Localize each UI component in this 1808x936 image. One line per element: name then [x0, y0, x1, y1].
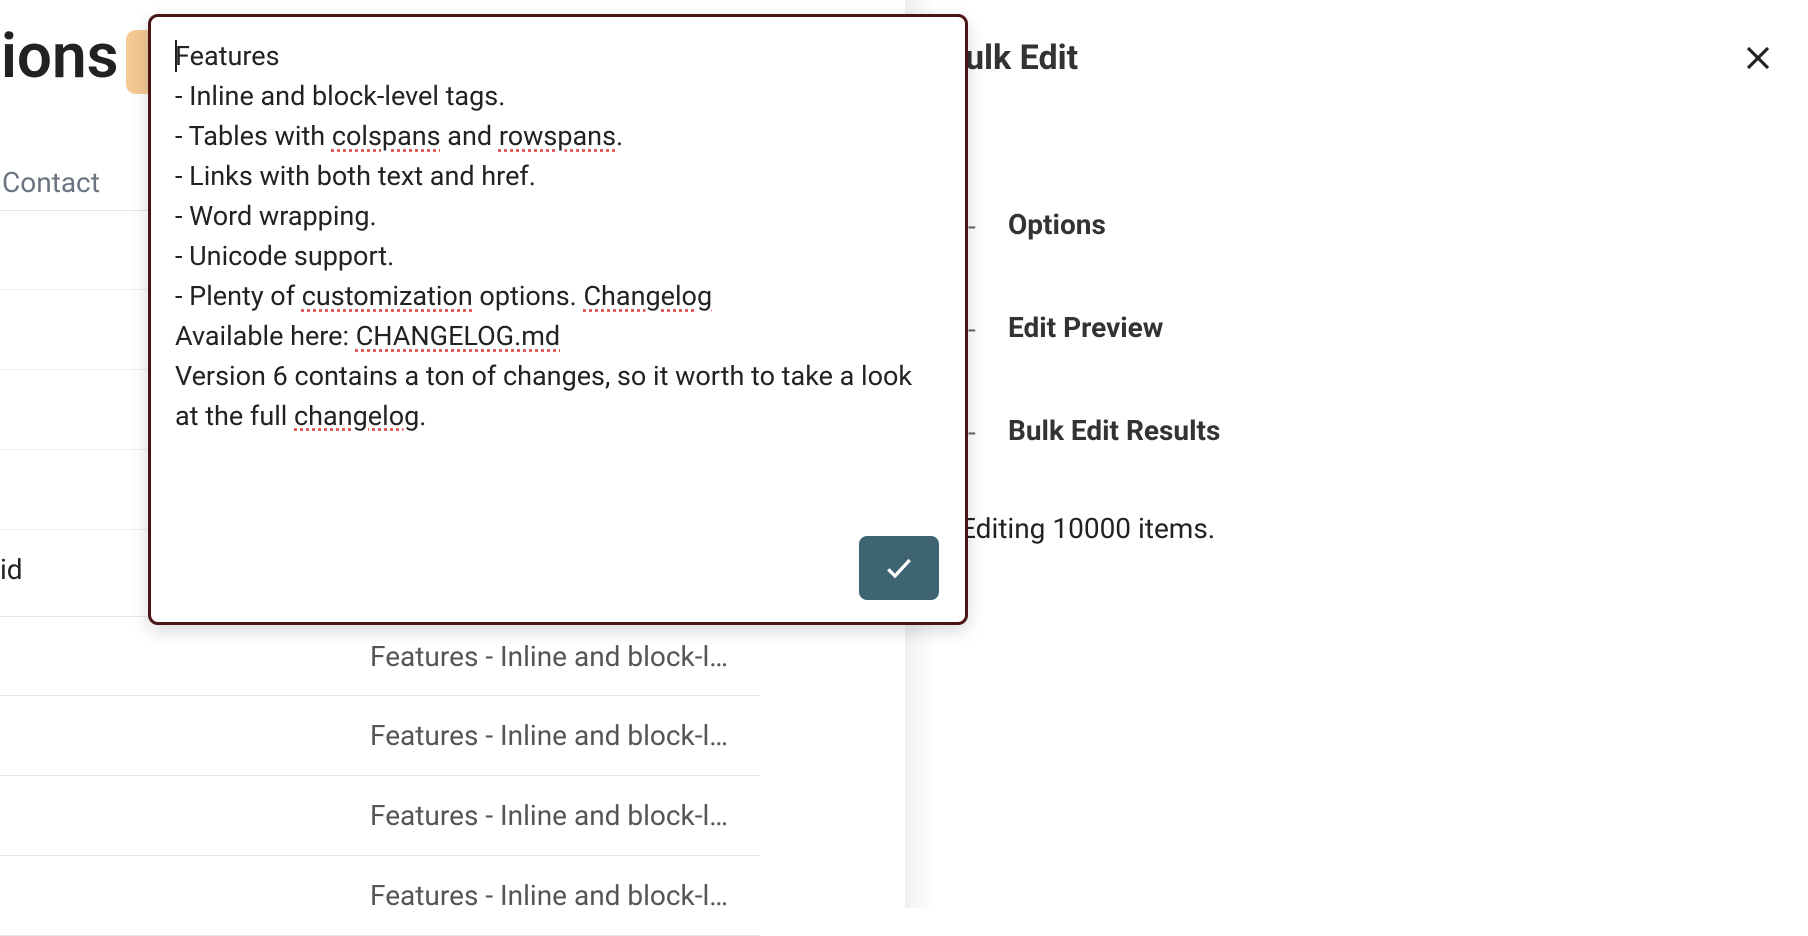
section-label: Options	[1008, 208, 1106, 241]
confirm-button[interactable]	[859, 536, 939, 600]
close-button[interactable]	[1738, 38, 1778, 78]
list-item[interactable]: Features - Inline and block-l…	[0, 696, 760, 776]
check-icon	[883, 552, 915, 584]
list-item[interactable]: Features - Inline and block-l…	[0, 616, 760, 696]
list-item-text: Features - Inline and block-l…	[370, 879, 728, 912]
column-header-id: id	[0, 553, 23, 586]
panel-title-fragment: ulk Edit	[965, 38, 1078, 78]
text-editor-popup: Features - Inline and block-level tags. …	[148, 14, 968, 625]
section-options[interactable]: Options	[968, 208, 1220, 241]
feature-rows: Features - Inline and block-l… Features …	[0, 616, 760, 936]
list-item-text: Features - Inline and block-l…	[370, 640, 728, 673]
list-item-text: Features - Inline and block-l…	[370, 719, 728, 752]
section-label: Edit Preview	[1008, 311, 1163, 344]
list-item[interactable]: Features - Inline and block-l…	[0, 856, 760, 936]
section-edit-preview[interactable]: Edit Preview	[968, 311, 1220, 344]
column-header-contact: Contact	[0, 166, 100, 199]
editor-actions	[175, 536, 941, 602]
section-label: Bulk Edit Results	[1008, 414, 1220, 447]
section-list: Options Edit Preview Bulk Edit Results	[968, 208, 1220, 517]
page-title-fragment: tions	[0, 20, 119, 93]
section-bulk-edit-results[interactable]: Bulk Edit Results	[968, 414, 1220, 447]
editor-textarea[interactable]: Features - Inline and block-level tags. …	[175, 37, 941, 536]
close-icon	[1743, 43, 1773, 73]
list-item-text: Features - Inline and block-l…	[370, 799, 728, 832]
list-item[interactable]: Features - Inline and block-l…	[0, 776, 760, 856]
status-text: Editing 10000 items.	[960, 512, 1215, 545]
